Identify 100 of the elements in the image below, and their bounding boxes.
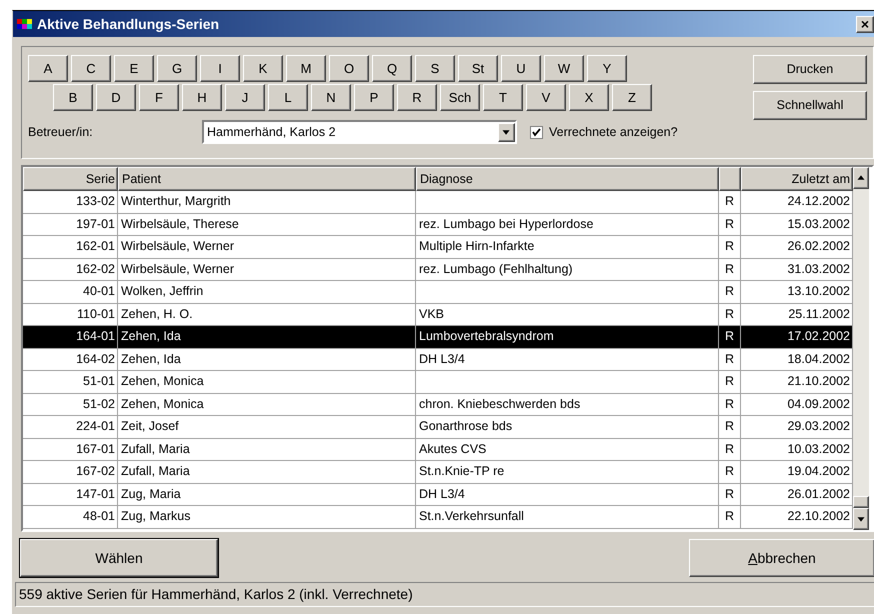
letter-button[interactable]: B — [53, 84, 93, 111]
table-cell: St.n.Verkehrsunfall — [419, 509, 524, 523]
letter-button[interactable]: P — [354, 84, 394, 111]
table-cell: 21.10.2002 — [787, 374, 850, 388]
column-header[interactable]: Diagnose — [416, 167, 719, 191]
letter-button[interactable]: I — [200, 55, 240, 82]
table-row[interactable]: 133-02 Winterthur, Margrith R 24.12.2002 — [23, 191, 853, 214]
scroll-thumb[interactable] — [853, 496, 869, 508]
side-button[interactable]: Drucken — [753, 55, 867, 84]
table-cell: 147-01 — [76, 486, 115, 500]
table-row[interactable]: 197-01 Wirbelsäule, Therese rez. Lumbago bei Hyperlordose R 15.03.2002 — [23, 214, 853, 236]
billed-checkbox[interactable] — [530, 126, 543, 138]
letter-button[interactable]: D — [96, 84, 136, 111]
letter-button[interactable]: T — [483, 84, 523, 111]
letter-button[interactable]: E — [114, 55, 154, 82]
table-cell: 17.02.2002 — [787, 329, 850, 343]
table-row[interactable]: 51-01 Zehen, Monica R 21.10.2002 — [23, 371, 853, 394]
column-header[interactable]: Serie — [23, 167, 118, 191]
column-header[interactable]: Patient — [118, 167, 416, 191]
side-button[interactable]: Schnellwahl — [753, 91, 867, 120]
table-row[interactable]: 167-02 Zufall, Maria St.n.Knie-TP re R 19.04.2002 — [23, 461, 853, 484]
table-row[interactable]: 164-02 Zehen, Ida DH L3/4 R 18.04.2002 — [23, 348, 853, 371]
letter-button[interactable]: H — [182, 84, 222, 111]
table-row[interactable]: 167-01 Zufall, Maria Akutes CVS R 10.03.2002 — [23, 438, 853, 461]
letter-button[interactable]: A — [28, 55, 68, 82]
table-row[interactable]: 110-01 Zehen, H. O. VKB R 25.11.2002 — [23, 304, 853, 326]
table-cell: R — [724, 419, 734, 433]
letter-button[interactable]: Z — [612, 84, 652, 111]
close-button[interactable]: × — [856, 16, 874, 32]
letter-button[interactable]: F — [139, 84, 179, 111]
table-cell: Wolken, Jeffrin — [121, 284, 204, 298]
table-row[interactable]: 162-01 Wirbelsäule, Werner Multiple Hirn-Infarkte R 26.02.2002 — [23, 236, 853, 258]
letter-button[interactable]: X — [569, 84, 609, 111]
table-cell: Zufall, Maria — [121, 442, 190, 456]
table-cell: 25.11.2002 — [788, 306, 850, 320]
letter-button[interactable]: Y — [587, 55, 627, 82]
table-cell: R — [724, 194, 734, 208]
table-cell: 10.03.2002 — [787, 442, 850, 456]
table-cell: Zehen, H. O. — [121, 306, 193, 320]
table-cell: 51-02 — [83, 396, 115, 410]
table-cell: 18.04.2002 — [787, 352, 850, 366]
letter-button[interactable]: V — [526, 84, 566, 111]
table-cell: 51-01 — [83, 374, 115, 388]
table-cell: 31.03.2002 — [787, 262, 850, 276]
table-cell: 04.09.2002 — [787, 396, 850, 410]
caretaker-label: Betreuer/in: — [28, 124, 94, 141]
table-row[interactable]: 164-01 Zehen, Ida Lumbovertebralsyndrom R 17.02.2002 — [23, 326, 853, 348]
letter-button[interactable]: Q — [372, 55, 412, 82]
dialog-button[interactable]: Abbrechen — [689, 539, 874, 577]
letter-button[interactable]: S — [415, 55, 455, 82]
table-cell: 167-02 — [76, 464, 115, 478]
letter-button[interactable]: L — [268, 84, 308, 111]
window-title: Aktive Behandlungs-Serien — [37, 14, 220, 34]
letter-button[interactable]: J — [225, 84, 265, 111]
table-row[interactable]: 224-01 Zeit, Josef Gonarthrose bds R 29.03.2002 — [23, 416, 853, 438]
table-cell: R — [724, 352, 734, 366]
letter-button[interactable]: C — [71, 55, 111, 82]
table-cell: Zug, Maria — [121, 486, 181, 500]
table-cell: 167-01 — [76, 442, 115, 456]
table-cell: rez. Lumbago (Fehlhaltung) — [419, 262, 573, 276]
table-cell: Zehen, Ida — [121, 352, 181, 366]
table-cell: R — [724, 464, 734, 478]
letter-button[interactable]: O — [329, 55, 369, 82]
table-row[interactable]: 162-02 Wirbelsäule, Werner rez. Lumbago (Fehlhaltung) R 31.03.2002 — [23, 258, 853, 281]
table-row[interactable]: 40-01 Wolken, Jeffrin R 13.10.2002 — [23, 281, 853, 304]
table-cell: 40-01 — [83, 284, 115, 298]
letter-button[interactable]: Sch — [440, 84, 480, 111]
table-cell: Winterthur, Margrith — [121, 194, 231, 208]
table-cell: R — [724, 442, 734, 456]
scroll-up-icon[interactable] — [853, 167, 869, 189]
letter-button[interactable]: R — [397, 84, 437, 111]
table-cell: 164-01 — [76, 329, 115, 343]
letter-button[interactable]: W — [544, 55, 584, 82]
table-cell: Akutes CVS — [419, 442, 486, 456]
table-cell: 19.04.2002 — [787, 464, 850, 478]
caretaker-dropdown[interactable]: Hammerhänd, Karlos 2 — [202, 120, 517, 144]
status-bar: 559 aktive Serien für Hammerhänd, Karlos 2 (inkl. Verrechnete) — [15, 582, 874, 607]
letter-button[interactable]: St — [458, 55, 498, 82]
table-cell: R — [724, 306, 734, 320]
table-cell: 29.03.2002 — [787, 419, 850, 433]
scroll-down-icon[interactable] — [853, 508, 869, 530]
table-cell: 26.02.2002 — [787, 239, 850, 253]
table-row[interactable]: 48-01 Zug, Markus St.n.Verkehrsunfall R 22.10.2002 — [23, 506, 853, 528]
table-cell: DH L3/4 — [419, 486, 465, 500]
table-row[interactable]: 51-02 Zehen, Monica chron. Kniebeschwerden bds R 04.09.2002 — [23, 394, 853, 416]
letter-button[interactable]: G — [157, 55, 197, 82]
table-cell: 24.12.2002 — [787, 194, 850, 208]
table-row[interactable]: 147-01 Zug, Maria DH L3/4 R 26.01.2002 — [23, 484, 853, 506]
dialog-button[interactable]: Wählen — [20, 539, 218, 577]
table-cell: 133-02 — [76, 194, 115, 208]
letter-button[interactable]: N — [311, 84, 351, 111]
table-cell: chron. Kniebeschwerden bds — [419, 396, 580, 410]
table-cell: R — [724, 262, 734, 276]
table-cell: 110-01 — [77, 306, 115, 320]
letter-button[interactable]: M — [286, 55, 326, 82]
letter-button[interactable]: K — [243, 55, 283, 82]
column-header[interactable]: Zuletzt am — [741, 167, 853, 191]
scrollbar[interactable] — [853, 167, 869, 530]
app-icon — [17, 17, 33, 31]
letter-button[interactable]: U — [501, 55, 541, 82]
